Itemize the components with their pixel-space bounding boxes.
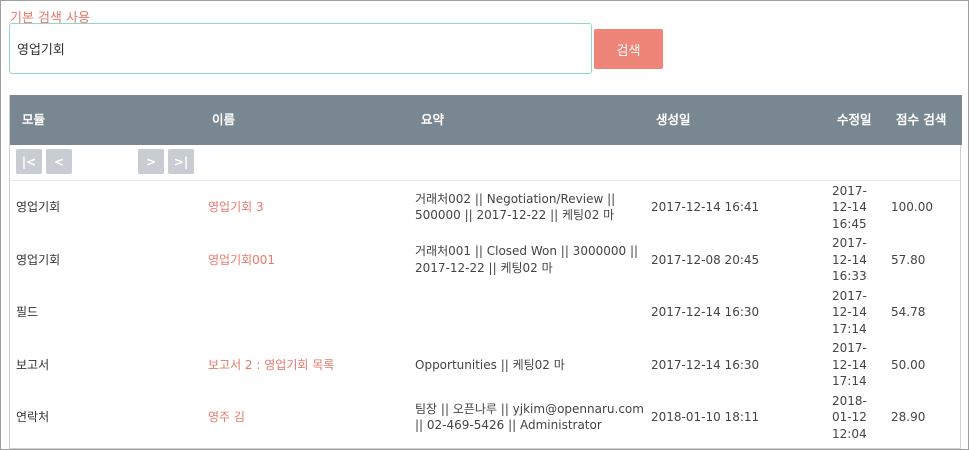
row-summary [415,286,647,339]
prev-page-button[interactable]: < [46,149,72,174]
row-module: 영업기회 [16,200,61,215]
app-frame: 기본 검색 사용 검색 모듈 이름 요약 생성일 수정일 점수 검색 |< < … [0,0,969,450]
row-module: 보고서 [16,357,50,372]
last-page-button[interactable]: >| [168,149,194,174]
table-row[interactable]: 영업기회 영업기회001 거래처001 || Closed Won || 300… [10,234,962,287]
row-name-link[interactable]: 영주 김 [208,391,408,444]
table-row[interactable]: 영업기회 영업기회 3 거래처002 || Negotiation/Review… [10,181,962,234]
first-page-button[interactable]: |< [16,149,42,174]
row-score: 54.78 [891,305,926,320]
column-header-summary[interactable]: 요약 [421,95,444,145]
column-header-created[interactable]: 생성일 [656,95,691,145]
pagination: |< < > >| [10,145,962,181]
row-created: 2017-12-14 16:41 [651,200,760,215]
row-name-link[interactable] [208,286,408,339]
next-page-button[interactable]: > [138,149,164,174]
row-modified: 2017-12-14 17:14 [832,341,867,388]
row-created: 2017-12-14 16:30 [651,305,760,320]
row-created: 2018-01-10 18:11 [651,410,760,425]
row-modified: 2017-12-14 16:33 [832,236,867,283]
row-created: 2017-12-14 16:30 [651,357,760,372]
row-module: 필드 [16,305,39,320]
row-score: 28.90 [891,410,926,425]
row-name-link[interactable]: 보고서 2 : 영업기회 목록 [208,339,408,392]
column-header-name[interactable]: 이름 [212,95,235,145]
row-module: 연락처 [16,410,50,425]
row-name-link[interactable]: 영업기회001 [208,234,408,287]
row-score: 57.80 [891,252,926,267]
row-summary: Opportunities || 케팅02 마 [415,357,565,372]
column-header-score[interactable]: 점수 검색 [896,95,946,145]
row-created: 2017-12-08 20:45 [651,252,760,267]
table-row[interactable]: 연락처 영주 김 팀장 || 오픈나루 || yjkim@opennaru.co… [10,391,962,444]
row-summary: 거래처001 || Closed Won || 3000000 || 2017-… [415,244,639,275]
results-table: 모듈 이름 요약 생성일 수정일 점수 검색 |< < > >| 영업기회 영업… [9,95,962,449]
table-row[interactable]: 보고서 보고서 2 : 영업기회 목록 Opportunities || 케팅0… [10,339,962,392]
search-input[interactable] [9,23,592,74]
row-score: 100.00 [891,200,933,215]
row-summary: 팀장 || 오픈나루 || yjkim@opennaru.com || 02-4… [415,401,644,433]
table-row[interactable]: 필드 2017-12-14 16:30 2017-12-14 17:14 54.… [10,286,962,339]
row-modified: 2017-12-14 16:45 [832,183,867,231]
row-name-link[interactable]: 영업기회 3 [208,181,408,234]
column-header-modified[interactable]: 수정일 [837,95,872,145]
row-score: 50.00 [891,357,926,372]
row-modified: 2018-01-12 12:04 [832,393,867,441]
row-module: 영업기회 [16,252,61,267]
search-button[interactable]: 검색 [594,29,663,69]
row-summary: 거래처002 || Negotiation/Review || 500000 |… [415,191,616,223]
table-header: 모듈 이름 요약 생성일 수정일 점수 검색 [10,95,962,145]
row-modified: 2017-12-14 17:14 [832,288,867,336]
column-header-module[interactable]: 모듈 [22,95,45,145]
